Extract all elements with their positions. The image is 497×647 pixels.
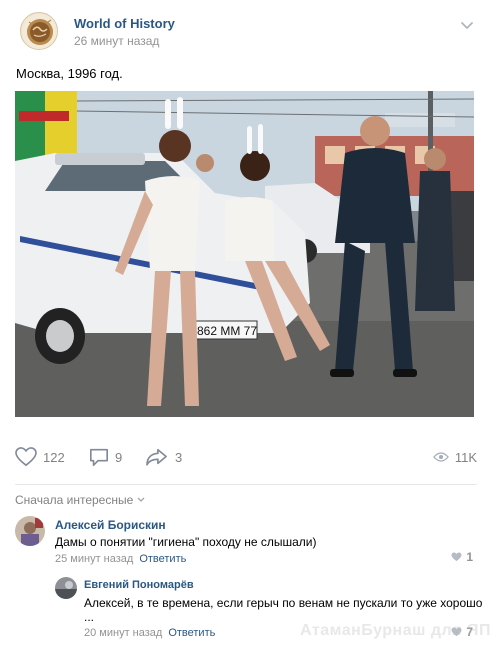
- heart-icon: [451, 552, 462, 562]
- chevron-down-icon[interactable]: [460, 18, 474, 32]
- divider: [15, 484, 477, 485]
- share-arrow-icon: [146, 448, 167, 466]
- eye-icon: [432, 452, 449, 462]
- watermark: АтаманБурнаш для ЯП: [300, 622, 491, 639]
- reply-button[interactable]: Ответить: [168, 627, 215, 639]
- commenter-avatar[interactable]: [55, 577, 77, 599]
- comment-item: Алексей Борискин Дамы о понятии "гигиена…: [15, 516, 477, 572]
- comment-text: Дамы о понятии "гигиена" походу не слыша…: [55, 535, 317, 549]
- share-button[interactable]: 3: [145, 444, 182, 470]
- community-avatar[interactable]: [20, 12, 58, 50]
- avatar-photo-icon: [55, 577, 77, 599]
- comment-icon: [90, 448, 108, 466]
- comment-author[interactable]: Алексей Борискин: [55, 518, 166, 532]
- post-time[interactable]: 26 минут назад: [74, 34, 159, 48]
- comment-text: Алексей, в те времена, если герыч по вен…: [84, 596, 483, 610]
- comment-like-count: 1: [466, 550, 473, 564]
- comments-sort-dropdown[interactable]: Сначала интересные: [15, 493, 145, 507]
- post-photo[interactable]: Н 862 ММ 77: [15, 91, 474, 417]
- reply-button[interactable]: Ответить: [139, 553, 186, 565]
- comment-count: 9: [115, 449, 123, 465]
- community-name[interactable]: World of History: [74, 16, 175, 31]
- view-count: 11K: [454, 449, 477, 465]
- commenter-avatar[interactable]: [15, 516, 45, 546]
- comment-time[interactable]: 20 минут назад: [84, 627, 162, 639]
- heart-icon: [15, 447, 37, 467]
- post-header: World of History 26 минут назад: [20, 10, 480, 56]
- post-text: Москва, 1996 год.: [16, 66, 123, 81]
- like-count: 122: [43, 449, 65, 465]
- comment-meta: 20 минут назад Ответить: [84, 627, 215, 639]
- comment-text-more[interactable]: ...: [84, 610, 94, 624]
- comment-button[interactable]: 9: [89, 444, 122, 470]
- comment-author[interactable]: Евгений Пономарёв: [84, 579, 194, 591]
- comment-meta: 25 минут назад Ответить: [55, 553, 186, 565]
- street-scene-photo: Н 862 ММ 77: [15, 91, 474, 417]
- post-actions: 122 9 3 11K: [15, 444, 477, 470]
- sort-label: Сначала интересные: [15, 493, 134, 507]
- share-count: 3: [175, 449, 183, 465]
- comment-time[interactable]: 25 минут назад: [55, 553, 133, 565]
- like-button[interactable]: 122: [15, 444, 65, 470]
- views-counter: 11K: [432, 444, 477, 470]
- chevron-down-icon: [137, 497, 145, 502]
- globe-logo-icon: [22, 14, 57, 49]
- comment-like-button[interactable]: 1: [451, 550, 473, 564]
- avatar-photo-icon: [15, 516, 45, 546]
